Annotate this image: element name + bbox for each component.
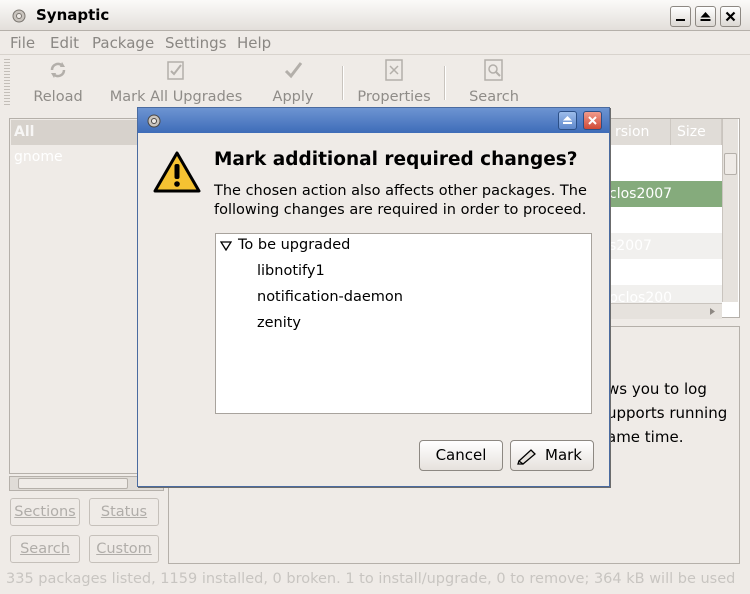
description-line: upports running xyxy=(607,404,728,422)
close-button[interactable] xyxy=(720,6,741,27)
dialog-message-line-2: following changes are required in order … xyxy=(214,202,587,218)
dialog-titlebar[interactable] xyxy=(138,108,609,133)
required-changes-dialog: Mark additional required changes? The ch… xyxy=(137,107,610,487)
tree-item-package[interactable]: libnotify1 xyxy=(257,263,325,279)
properties-button[interactable]: Properties xyxy=(355,57,433,105)
sections-label: Sections xyxy=(14,504,76,520)
filter-item-all[interactable]: All xyxy=(14,124,34,140)
description-line: ame time. xyxy=(607,428,684,446)
dialog-maximize-button[interactable] xyxy=(558,111,577,130)
menu-file[interactable]: File xyxy=(10,34,35,52)
apply-label: Apply xyxy=(272,89,314,105)
row-version: ipclos20 xyxy=(609,160,668,176)
expander-triangle-icon[interactable] xyxy=(220,241,232,251)
synaptic-app-icon xyxy=(12,9,26,23)
custom-label: Custom xyxy=(96,541,152,557)
toolbar-separator xyxy=(342,66,344,100)
tree-group-to-be-upgraded[interactable]: To be upgraded xyxy=(238,237,350,253)
apply-checkmark-icon xyxy=(284,62,303,79)
dialog-close-button[interactable] xyxy=(583,111,602,130)
row-version: clos2007 xyxy=(609,186,673,202)
search-filter-button[interactable]: Search xyxy=(10,535,80,563)
window-titlebar[interactable]: Synaptic xyxy=(0,0,750,31)
cancel-label: Cancel xyxy=(435,446,487,464)
row-version: s2007 xyxy=(609,238,652,254)
menu-help[interactable]: Help xyxy=(237,34,271,52)
column-header-version[interactable]: rsion xyxy=(609,119,671,145)
cancel-button[interactable]: Cancel xyxy=(419,440,503,471)
mark-all-upgrades-label: Mark All Upgrades xyxy=(109,89,243,105)
search-filter-label: Search xyxy=(20,541,70,557)
row-version: pclos200 xyxy=(609,212,673,228)
menu-edit[interactable]: Edit xyxy=(50,34,79,52)
mark-all-upgrades-icon xyxy=(167,61,184,80)
custom-button[interactable]: Custom xyxy=(89,535,159,563)
maximize-icon xyxy=(563,116,572,124)
dialog-heading: Mark additional required changes? xyxy=(214,149,578,170)
search-label: Search xyxy=(469,89,519,105)
mark-all-upgrades-button[interactable]: Mark All Upgrades xyxy=(107,57,245,105)
minimize-icon xyxy=(676,19,685,21)
filter-item-gnome[interactable]: gnome xyxy=(14,149,63,165)
mark-button[interactable]: Mark xyxy=(510,440,594,471)
status-bar: 335 packages listed, 1159 installed, 0 b… xyxy=(6,571,736,587)
tree-item-package[interactable]: zenity xyxy=(257,315,301,331)
synaptic-window: Synaptic File Edit Package Settings Help… xyxy=(0,0,750,594)
apply-button[interactable]: Apply xyxy=(270,57,316,105)
dialog-message: The chosen action also affects other pac… xyxy=(214,182,587,220)
menu-settings[interactable]: Settings xyxy=(165,34,227,52)
reload-label: Reload xyxy=(33,89,83,105)
maximize-icon xyxy=(700,12,711,21)
reload-button[interactable]: Reload xyxy=(33,57,83,105)
close-icon xyxy=(588,116,597,125)
minimize-button[interactable] xyxy=(670,6,691,27)
scrollbar-thumb[interactable] xyxy=(18,478,128,489)
maximize-button[interactable] xyxy=(695,6,716,27)
changes-tree[interactable]: To be upgraded libnotify1 notification-d… xyxy=(215,233,592,414)
search-icon xyxy=(484,59,503,81)
reload-icon xyxy=(50,62,66,78)
mark-pencil-icon xyxy=(517,449,536,465)
search-button[interactable]: Search xyxy=(466,57,522,105)
column-header-size[interactable]: Size xyxy=(671,119,722,145)
sections-button[interactable]: Sections xyxy=(10,498,80,526)
menu-package[interactable]: Package xyxy=(92,34,154,52)
package-list-vertical-scrollbar[interactable] xyxy=(722,119,738,302)
tree-item-package[interactable]: notification-daemon xyxy=(257,289,403,305)
warning-icon xyxy=(153,151,201,193)
menubar: File Edit Package Settings Help xyxy=(0,31,750,53)
status-label: Status xyxy=(100,504,148,520)
close-icon xyxy=(725,11,736,22)
status-button[interactable]: Status xyxy=(89,498,159,526)
window-title: Synaptic xyxy=(36,6,110,24)
scrollbar-thumb[interactable] xyxy=(724,153,737,175)
description-line: ws you to log xyxy=(607,380,707,398)
properties-label: Properties xyxy=(357,89,431,105)
toolbar: Reload Mark All Upgrades Apply Propertie… xyxy=(0,54,750,110)
dialog-message-line-1: The chosen action also affects other pac… xyxy=(214,183,587,199)
scroll-right-arrow-icon[interactable] xyxy=(707,306,718,317)
toolbar-grip[interactable] xyxy=(4,59,10,105)
properties-icon xyxy=(385,59,403,81)
toolbar-separator-2 xyxy=(444,66,446,100)
synaptic-app-icon xyxy=(147,114,161,128)
mark-label: Mark xyxy=(545,446,582,464)
row-version: pclos200 xyxy=(609,264,673,280)
